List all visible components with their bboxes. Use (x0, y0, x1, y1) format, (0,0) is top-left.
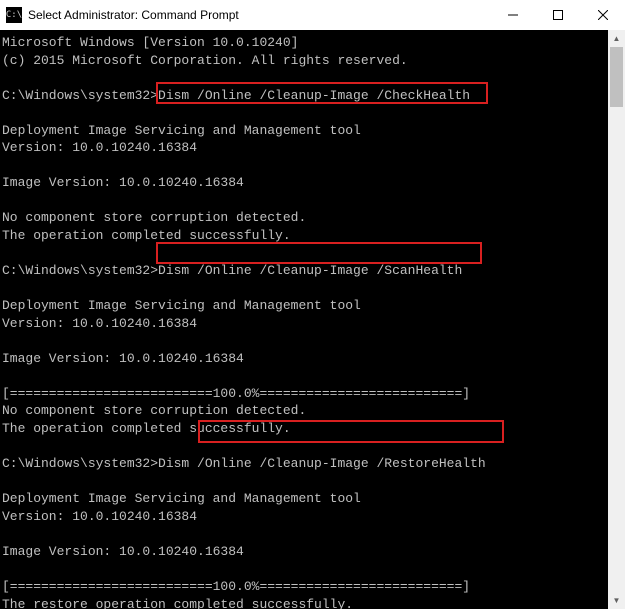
terminal-line: C:\Windows\system32>Dism /Online /Cleanu… (2, 455, 623, 473)
terminal-line: No component store corruption detected. (2, 402, 623, 420)
terminal-area: Microsoft Windows [Version 10.0.10240](c… (0, 30, 625, 609)
scrollbar: ▲ ▼ (608, 30, 625, 609)
terminal-line (2, 157, 623, 175)
terminal-line: Version: 10.0.10240.16384 (2, 315, 623, 333)
window-controls (490, 0, 625, 30)
terminal-line: Deployment Image Servicing and Managemen… (2, 297, 623, 315)
terminal-line: No component store corruption detected. (2, 209, 623, 227)
terminal-line (2, 525, 623, 543)
terminal-line: Image Version: 10.0.10240.16384 (2, 543, 623, 561)
terminal-line: [==========================100.0%=======… (2, 385, 623, 403)
terminal-line (2, 69, 623, 87)
terminal-line: The operation completed successfully. (2, 227, 623, 245)
terminal-line: C:\Windows\system32>Dism /Online /Cleanu… (2, 87, 623, 105)
terminal-line: Version: 10.0.10240.16384 (2, 508, 623, 526)
terminal-line: The operation completed successfully. (2, 420, 623, 438)
terminal-line: Image Version: 10.0.10240.16384 (2, 350, 623, 368)
scroll-thumb[interactable] (610, 47, 623, 107)
terminal-line: Version: 10.0.10240.16384 (2, 139, 623, 157)
scroll-up-button[interactable]: ▲ (608, 30, 625, 47)
terminal-line: (c) 2015 Microsoft Corporation. All righ… (2, 52, 623, 70)
scroll-down-button[interactable]: ▼ (608, 592, 625, 609)
terminal-line (2, 245, 623, 263)
terminal-line (2, 192, 623, 210)
chevron-up-icon: ▲ (613, 34, 621, 43)
terminal-line: Deployment Image Servicing and Managemen… (2, 122, 623, 140)
terminal-line (2, 560, 623, 578)
terminal-line (2, 473, 623, 491)
maximize-button[interactable] (535, 0, 580, 30)
terminal-line: The restore operation completed successf… (2, 596, 623, 609)
window-title: Select Administrator: Command Prompt (28, 8, 239, 22)
chevron-down-icon: ▼ (613, 596, 621, 605)
terminal-line: Microsoft Windows [Version 10.0.10240] (2, 34, 623, 52)
terminal-line (2, 332, 623, 350)
terminal-line (2, 438, 623, 456)
terminal-line (2, 280, 623, 298)
terminal-line: Image Version: 10.0.10240.16384 (2, 174, 623, 192)
cmd-icon: C:\ (6, 7, 22, 23)
terminal-line: C:\Windows\system32>Dism /Online /Cleanu… (2, 262, 623, 280)
minimize-button[interactable] (490, 0, 535, 30)
terminal-line (2, 367, 623, 385)
terminal-line: [==========================100.0%=======… (2, 578, 623, 596)
terminal-line (2, 104, 623, 122)
terminal-output[interactable]: Microsoft Windows [Version 10.0.10240](c… (0, 30, 625, 609)
close-button[interactable] (580, 0, 625, 30)
terminal-line: Deployment Image Servicing and Managemen… (2, 490, 623, 508)
titlebar: C:\ Select Administrator: Command Prompt (0, 0, 625, 30)
cmd-icon-glyph: C:\ (6, 11, 22, 20)
